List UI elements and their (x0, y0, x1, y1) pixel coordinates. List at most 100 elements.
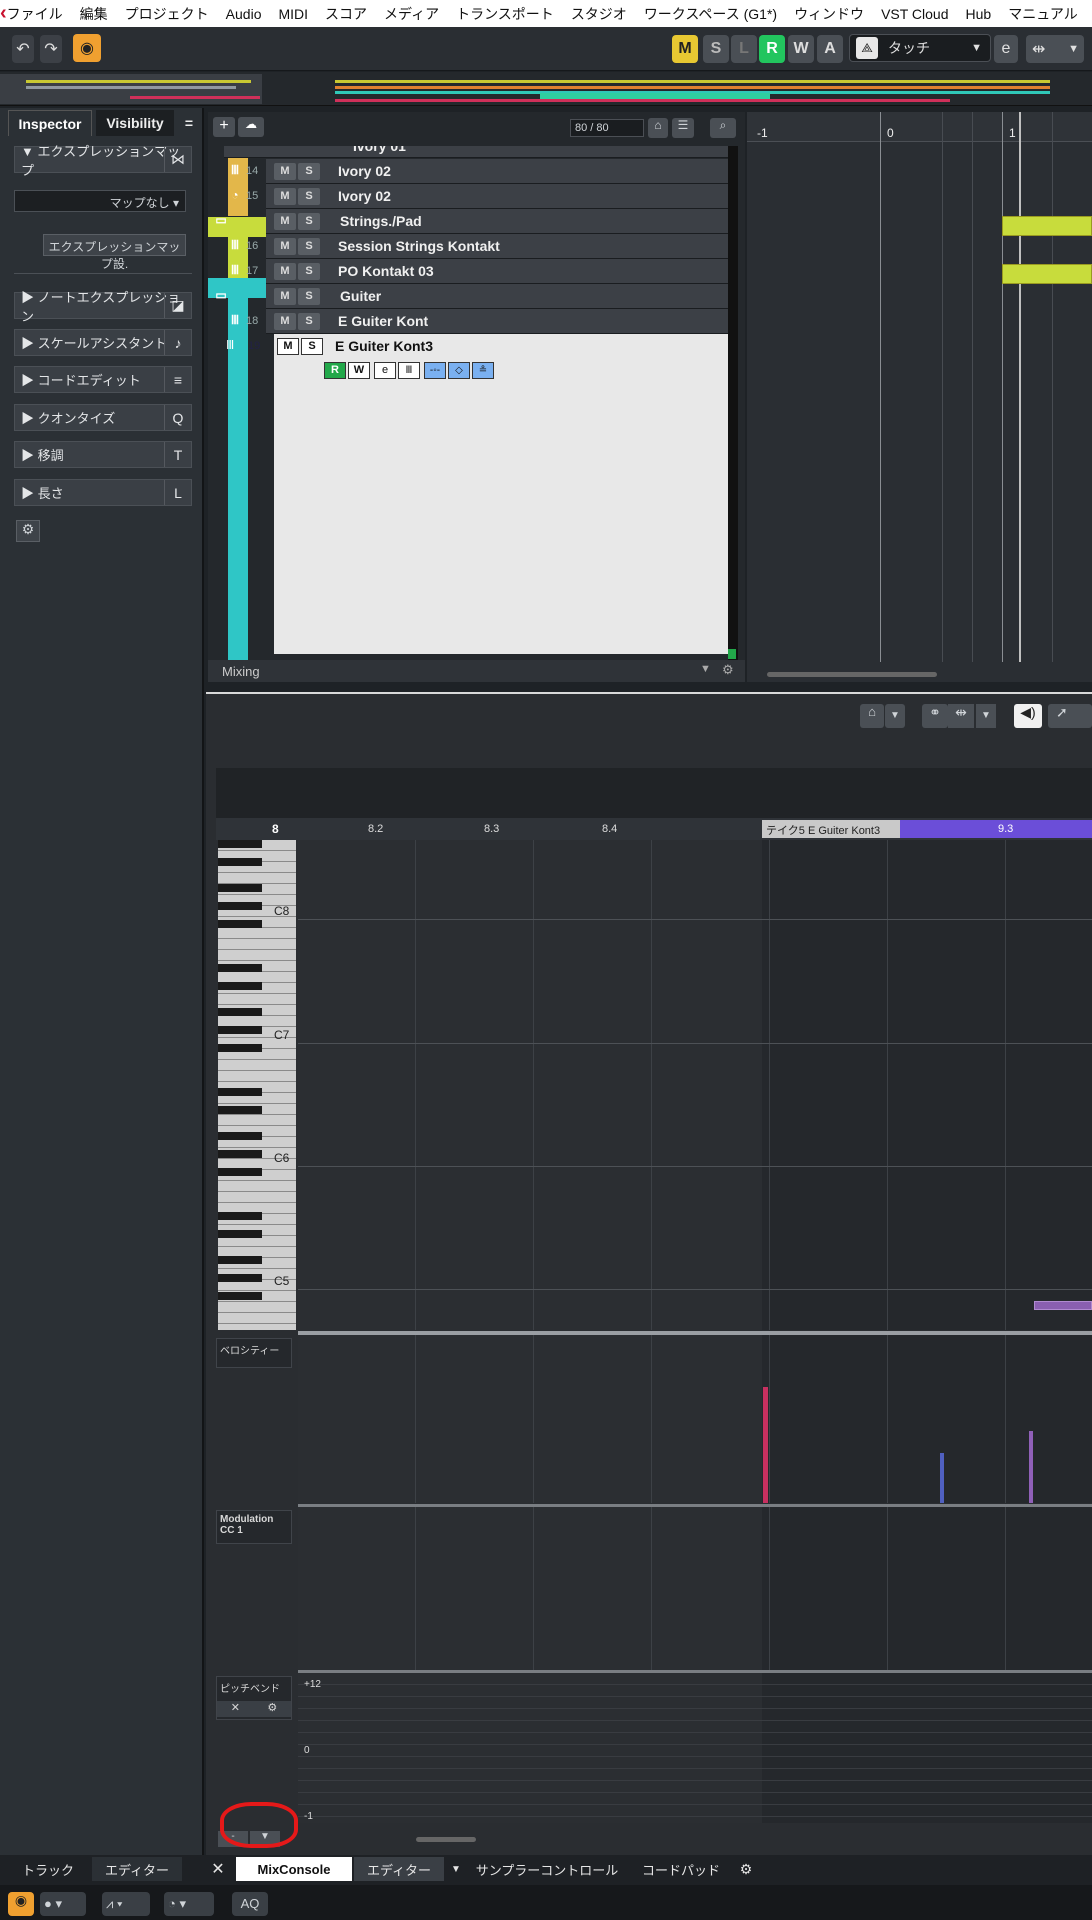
menu-midi[interactable]: MIDI (278, 6, 308, 22)
listen-button[interactable]: L (731, 35, 757, 63)
close-icon[interactable]: ✕ (208, 1857, 228, 1881)
velocity-bar[interactable] (940, 1453, 944, 1503)
menu-studio[interactable]: スタジオ (571, 4, 627, 24)
menu-hub[interactable]: Hub (966, 6, 992, 22)
velocity-lane[interactable] (298, 1335, 1092, 1503)
menu-workspace[interactable]: ワークスペース (G1*) (644, 4, 777, 24)
modulation-lane-label[interactable]: Modulation CC 1 (216, 1510, 292, 1544)
mute-button[interactable]: M (274, 188, 296, 205)
aq-button[interactable]: AQ (232, 1892, 268, 1916)
solo-button[interactable]: S (298, 188, 320, 205)
solo-button[interactable]: S (301, 338, 323, 355)
automation-mode-select[interactable]: ⟁ タッチ ▼ (849, 34, 991, 62)
snap-icon[interactable]: ⇹ (948, 704, 974, 728)
modulation-lane[interactable] (298, 1507, 1092, 1670)
insert-icon[interactable]: -◦- (424, 362, 446, 379)
solo-button[interactable]: S (298, 288, 320, 305)
editor-hscrollbar[interactable] (416, 1837, 476, 1842)
velocity-bar[interactable] (1029, 1431, 1033, 1503)
track-row[interactable]: Ⅲ 18 M S E Guiter Kont (231, 309, 736, 334)
add-track-folder-icon[interactable]: ☁ (238, 117, 264, 137)
track-row[interactable]: Ivory 01 (224, 146, 736, 158)
read-automation-button[interactable]: R (759, 35, 785, 63)
piano-keyboard[interactable]: C8 C7 C6 C5 (218, 840, 296, 1330)
mute-button[interactable]: M (274, 288, 296, 305)
chord-edit-section[interactable]: ▶ コードエディット ≡ (14, 366, 192, 393)
scale-assistant-section[interactable]: ▶ スケールアシスタント ♪ (14, 329, 192, 356)
audio-input-select[interactable]: ⩘ ▾ (102, 1892, 150, 1916)
menu-window[interactable]: ウィンドウ (794, 4, 864, 24)
menu-project[interactable]: プロジェクト (125, 4, 209, 24)
send-icon[interactable]: ◇ (448, 362, 470, 379)
solo-button[interactable]: S (298, 213, 320, 230)
tab-visibility[interactable]: Visibility (96, 110, 174, 136)
write-automation-button[interactable]: W (788, 35, 814, 63)
chevron-down-icon[interactable]: ▼ (976, 704, 996, 728)
menu-manual[interactable]: マニュアル (1008, 4, 1078, 24)
tab-sampler-control[interactable]: サンプラーコントロール (472, 1857, 622, 1881)
mute-button[interactable]: M (274, 238, 296, 255)
tab-editor[interactable]: エディター (354, 1857, 444, 1881)
arrange-hscrollbar[interactable] (767, 672, 937, 677)
note-grid[interactable] (298, 840, 1092, 1330)
overview-viewport[interactable] (0, 74, 262, 104)
metronome-select[interactable]: ◔ ▾ (164, 1892, 214, 1916)
home-icon[interactable]: ⌂ (860, 704, 884, 728)
mute-button[interactable]: M (274, 163, 296, 180)
instrument-icon[interactable]: Ⅲ (398, 362, 420, 379)
menu-edit[interactable]: 編集 (80, 4, 108, 24)
constrain-delay-icon[interactable]: ◉ (8, 1892, 34, 1916)
chevron-down-icon[interactable]: ▼ (450, 1857, 462, 1881)
tab-inspector[interactable]: Inspector (8, 110, 92, 136)
gear-icon[interactable]: ⚙ (734, 1857, 758, 1881)
track-row[interactable]: Ⅲ 14 M S Ivory 02 (231, 159, 736, 184)
track-count-field[interactable]: 80 / 80 (570, 119, 644, 137)
editor-ruler[interactable]: 8 8.2 8.3 8.4 テイク5 E Guiter Kont3 9.3 (216, 818, 1092, 840)
expression-map-settings-button[interactable]: エクスプレッションマップ設. (43, 234, 186, 271)
solo-all-button[interactable]: S (703, 35, 729, 63)
close-lane-icon[interactable]: ✕ (231, 1701, 240, 1717)
record-mode-select[interactable]: ● ▾ (40, 1892, 86, 1916)
add-track-icon[interactable]: + (213, 117, 235, 137)
midi-part[interactable] (1002, 264, 1092, 284)
mute-button[interactable]: M (274, 263, 296, 280)
expression-map-select[interactable]: マップなし ▾ (14, 190, 186, 212)
search-icon[interactable]: ⌕ (710, 118, 736, 138)
solo-button[interactable]: S (298, 313, 320, 330)
folder-row[interactable]: ▭ M S Strings./Pad (215, 209, 736, 234)
tab-mixconsole[interactable]: MixConsole (236, 1857, 352, 1881)
midi-part[interactable] (1002, 216, 1092, 236)
redo-icon[interactable]: ↷ (40, 35, 62, 63)
tab-track[interactable]: トラック (8, 1857, 88, 1881)
arrange-area[interactable]: -1 0 1 (747, 112, 1092, 682)
link-icon[interactable]: ⚭ (922, 704, 948, 728)
write-automation-button[interactable]: W (348, 362, 370, 379)
velocity-bar[interactable] (763, 1387, 768, 1503)
selected-track-row[interactable]: Ⅲ 19 M S E Guiter Kont3 R W e Ⅲ -◦- ◇ ≗ (226, 334, 736, 654)
tab-chord-pads[interactable]: コードパッド (636, 1857, 726, 1881)
mute-button[interactable]: M (277, 338, 299, 355)
home-icon[interactable]: ⌂ (648, 118, 668, 138)
solo-button[interactable]: S (298, 238, 320, 255)
note-expression-section[interactable]: ▶ ノートエクスプレッション ◪ (14, 290, 192, 324)
menu-score[interactable]: スコア (325, 4, 367, 24)
mute-button[interactable]: M (274, 213, 296, 230)
expression-map-section[interactable]: ▼ エクスプレッションマップ ⋈ (14, 144, 192, 178)
mute-all-button[interactable]: M (672, 35, 698, 63)
gear-icon[interactable]: ⚙ (267, 1701, 277, 1717)
read-automation-button[interactable]: R (324, 362, 346, 379)
menu-media[interactable]: メディア (384, 4, 439, 24)
channel-icon[interactable]: ≗ (472, 362, 494, 379)
track-row[interactable]: Ⅲ 16 M S Session Strings Kontakt (231, 234, 736, 259)
gear-icon[interactable]: ⚙ (722, 662, 734, 678)
gear-icon[interactable]: ⚙ (16, 520, 40, 542)
select-tool-icon[interactable]: ➚ (1048, 704, 1092, 728)
chevron-down-icon[interactable]: ▼ (885, 704, 905, 728)
track-row[interactable]: ◔ 15 M S Ivory 02 (231, 184, 736, 209)
snap-select[interactable]: ⇹ ▼ (1026, 35, 1084, 63)
pitchbend-lane-label[interactable]: ピッチベンド ✕ ⚙ (216, 1676, 292, 1720)
chevron-down-icon[interactable]: ▼ (700, 663, 711, 675)
project-overview[interactable] (0, 72, 1092, 106)
solo-button[interactable]: S (298, 263, 320, 280)
menu-file[interactable]: ファイル (7, 4, 63, 24)
